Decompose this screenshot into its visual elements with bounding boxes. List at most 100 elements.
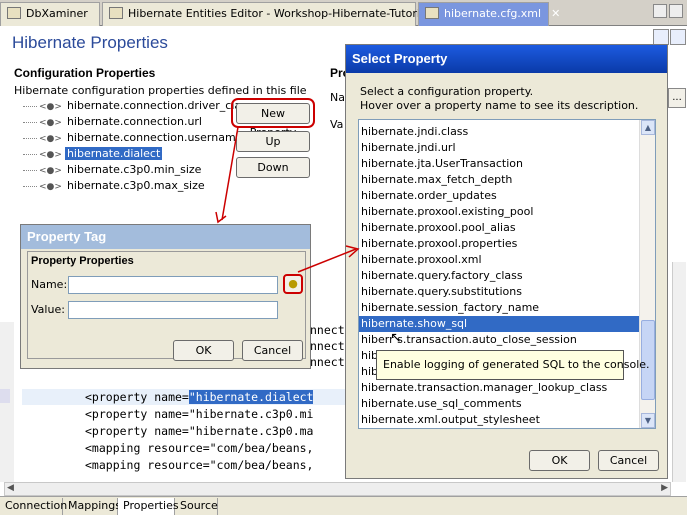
layout-icon[interactable] bbox=[670, 29, 686, 45]
tab-mappings[interactable]: Mappings bbox=[63, 498, 121, 515]
property-tag-dialog: Property Tag Property Properties Name: ●… bbox=[20, 224, 311, 369]
source-line: nnect bbox=[310, 323, 345, 337]
source-line: <property name="hibernate.c3p0.mi bbox=[85, 407, 314, 421]
select-property-dialog: Select Property Select a configuration p… bbox=[345, 44, 668, 479]
hibernate-icon bbox=[109, 7, 123, 19]
tree-item[interactable]: <●> hibernate.connection.url bbox=[17, 115, 229, 131]
property-list-item[interactable]: hibernate.max_fetch_depth bbox=[359, 172, 639, 188]
tree-connector bbox=[23, 153, 37, 155]
name-label: Name: bbox=[31, 278, 68, 291]
source-line: <property name="hibernate.dialect bbox=[85, 390, 314, 404]
section-heading: Property Properties bbox=[31, 255, 134, 267]
selected-source-text: "hibernate.dialect bbox=[188, 390, 314, 404]
browse-button-partial[interactable]: ... bbox=[668, 88, 686, 108]
name-label-partial: Na bbox=[330, 91, 345, 104]
source-line: <mapping resource="com/bea/beans, bbox=[85, 441, 314, 455]
horizontal-scrollbar[interactable]: ◀ ▶ bbox=[4, 482, 671, 496]
database-icon bbox=[7, 7, 21, 19]
property-tag-icon: <●> bbox=[39, 118, 62, 128]
property-list-item[interactable]: hibernate.proxool.xml bbox=[359, 252, 639, 268]
property-list-item[interactable]: hibernate.proxool.existing_pool bbox=[359, 204, 639, 220]
maximize-icon[interactable] bbox=[669, 4, 683, 18]
config-description: Hibernate configuration properties defin… bbox=[14, 84, 307, 97]
property-list-item[interactable]: hibernate.query.factory_class bbox=[359, 268, 639, 284]
tree-item[interactable]: <●> hibernate.c3p0.max_size bbox=[17, 179, 229, 195]
editor-page-tabs: Connection Mappings Properties Source bbox=[0, 496, 687, 515]
dialog-title: Property Tag bbox=[21, 225, 310, 249]
lightbulb-icon: ● bbox=[288, 277, 298, 290]
property-tag-icon: <●> bbox=[39, 182, 62, 192]
property-tag-icon: <●> bbox=[39, 134, 62, 144]
new-property-button[interactable]: New Property bbox=[236, 103, 310, 139]
property-list-item[interactable]: hibernate.session_factory_name bbox=[359, 300, 639, 316]
value-field[interactable] bbox=[68, 301, 278, 319]
config-properties-heading: Configuration Properties bbox=[14, 66, 156, 80]
property-tag-icon: <●> bbox=[39, 150, 62, 160]
source-line: nnect bbox=[310, 339, 345, 353]
form-view-icon[interactable] bbox=[653, 29, 669, 45]
property-description-tooltip: Enable logging of generated SQL to the c… bbox=[376, 350, 650, 380]
property-list-item[interactable]: hibernate.use_sql_comments bbox=[359, 396, 639, 412]
close-tab-icon[interactable]: ✕ bbox=[551, 7, 560, 20]
property-tag-icon: <●> bbox=[39, 166, 62, 176]
dialog-title: Select Property bbox=[346, 45, 667, 73]
tree-item[interactable]: <●> hibernate.dialect bbox=[17, 147, 229, 163]
editor-vertical-scrollbar[interactable] bbox=[672, 262, 686, 482]
tree-item-label: hibernate.dialect bbox=[64, 147, 163, 160]
source-line: <mapping resource="com/bea/beans, bbox=[85, 458, 314, 472]
tree-connector bbox=[23, 121, 37, 123]
scroll-up-icon[interactable]: ▲ bbox=[641, 120, 655, 135]
tab-label: Hibernate Entities Editor - Workshop-Hib… bbox=[128, 7, 430, 20]
tree-item-label: hibernate.connection.username bbox=[66, 131, 243, 144]
source-line: nnect bbox=[310, 355, 345, 369]
scroll-right-icon[interactable]: ▶ bbox=[661, 483, 668, 493]
scroll-left-icon[interactable]: ◀ bbox=[7, 483, 14, 493]
tree-connector bbox=[23, 185, 37, 187]
tree-item[interactable]: <●> hibernate.connection.driver_class bbox=[17, 99, 253, 115]
source-line: <property name="hibernate.c3p0.ma bbox=[85, 424, 314, 438]
mouse-pointer-icon: ↖ bbox=[390, 330, 402, 346]
ok-button[interactable]: OK bbox=[529, 450, 590, 471]
tree-item-label: hibernate.connection.url bbox=[66, 115, 202, 128]
tab-dbxaminer[interactable]: DbXaminer bbox=[0, 2, 100, 26]
property-list-item[interactable]: hibernate.proxool.properties bbox=[359, 236, 639, 252]
tab-properties[interactable]: Properties bbox=[118, 498, 179, 515]
name-field[interactable] bbox=[68, 276, 278, 294]
xml-file-icon bbox=[425, 7, 439, 19]
property-list[interactable]: hibernate.jndi.class hibernate.jndi.url hi… bbox=[358, 119, 656, 429]
scroll-down-icon[interactable]: ▼ bbox=[641, 413, 655, 428]
minimize-icon[interactable] bbox=[653, 4, 667, 18]
property-list-item[interactable]: hibernate.query.substitutions bbox=[359, 284, 639, 300]
property-list-item[interactable]: hibernate.order_updates bbox=[359, 188, 639, 204]
tab-connection[interactable]: Connection bbox=[0, 498, 67, 515]
tab-label: DbXaminer bbox=[26, 7, 88, 20]
property-list-item[interactable]: hibernate.jta.UserTransaction bbox=[359, 156, 639, 172]
down-button[interactable]: Down bbox=[236, 157, 310, 178]
property-list-item[interactable]: hibernate.proxool.pool_alias bbox=[359, 220, 639, 236]
tab-source[interactable]: Source bbox=[175, 498, 218, 515]
line-marker-icon bbox=[0, 389, 10, 403]
tree-item[interactable]: <●> hibernate.c3p0.min_size bbox=[17, 163, 229, 179]
cancel-button[interactable]: Cancel bbox=[598, 450, 659, 471]
ok-button[interactable]: OK bbox=[173, 340, 234, 361]
property-tree[interactable]: <●> hibernate.connection.driver_class <●> h… bbox=[17, 99, 253, 222]
property-list-item[interactable]: hibernate.transaction.manager_lookup_cla… bbox=[359, 380, 639, 396]
property-properties-group: Property Properties Name: ● Value: OK Ca… bbox=[27, 251, 306, 361]
property-list-item[interactable]: hibernate.jndi.class bbox=[359, 124, 639, 140]
window-controls bbox=[651, 4, 683, 21]
browse-property-button[interactable]: ● bbox=[283, 274, 303, 294]
list-vertical-scrollbar[interactable]: ▲ ▼ bbox=[639, 120, 655, 428]
tab-label: hibernate.cfg.xml bbox=[444, 7, 542, 20]
tab-hibernate-entities-editor[interactable]: Hibernate Entities Editor - Workshop-Hib… bbox=[102, 2, 430, 26]
tree-item[interactable]: <●> hibernate.connection.username bbox=[17, 131, 242, 147]
cancel-button[interactable]: Cancel bbox=[242, 340, 303, 361]
up-button[interactable]: Up bbox=[236, 131, 310, 152]
instructions-line-1: Select a configuration property. bbox=[360, 85, 534, 98]
tab-hibernate-cfg-xml[interactable]: hibernate.cfg.xml ✕ bbox=[418, 2, 560, 26]
tree-item-label: hibernate.c3p0.max_size bbox=[66, 179, 205, 192]
property-list-item[interactable]: hibernate.jndi.url bbox=[359, 140, 639, 156]
property-list-item[interactable]: hibernate.xml.output_stylesheet bbox=[359, 412, 639, 428]
editor-tab-bar: DbXaminer Hibernate Entities Editor - Wo… bbox=[0, 0, 687, 26]
value-label: Value: bbox=[31, 303, 65, 316]
property-tag-icon: <●> bbox=[39, 102, 62, 112]
